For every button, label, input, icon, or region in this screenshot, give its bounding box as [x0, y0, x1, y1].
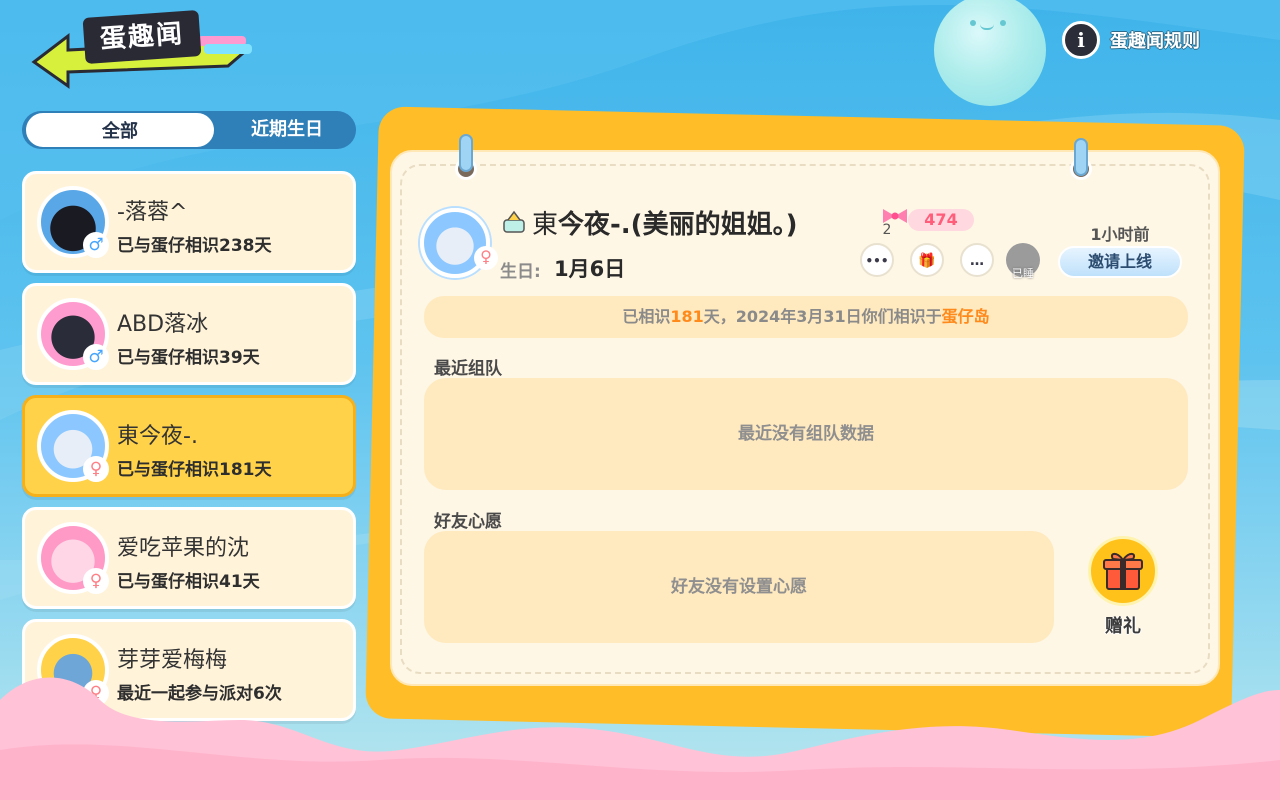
male-icon: ♂ [83, 344, 109, 370]
friend-item[interactable]: ♀ 爱吃苹果的沈 已与蛋仔相识41天 [22, 507, 356, 609]
friend-item[interactable]: ♂ ABD落冰 已与蛋仔相识39天 [22, 283, 356, 385]
name-prefix: 東 [532, 210, 559, 240]
met-middle: 天，2024年3月31日你们相识于 [703, 307, 942, 326]
recent-team-empty: 最近没有组队数据 [424, 378, 1188, 490]
friend-subtitle: 已与蛋仔相识41天 [117, 572, 260, 592]
gift-label: 赠礼 [1105, 616, 1141, 637]
rules-button[interactable]: i 蛋趣闻规则 [1062, 20, 1200, 60]
birthday-value: 1月6日 [554, 257, 626, 281]
name-main: 今夜-.(美丽的姐姐。) [558, 210, 798, 240]
friend-item-selected[interactable]: ♀ 東今夜-. 已与蛋仔相识181天 [22, 395, 356, 497]
gift-icon: 🎁 [918, 253, 936, 269]
info-icon: i [1062, 21, 1100, 59]
chat-button[interactable]: … [960, 243, 994, 277]
send-gift-button[interactable]: 赠礼 [1084, 536, 1162, 637]
friend-name: ABD落冰 [117, 312, 209, 337]
profile-name: 東今夜-.(美丽的姐姐。) [532, 204, 797, 241]
met-days: 181 [670, 307, 704, 326]
wishes-title: 好友心愿 [434, 512, 502, 532]
binder-ring [459, 134, 473, 172]
tab-recent-birthday[interactable]: 近期生日 [218, 111, 356, 149]
friend-subtitle: 最近一起参与派对6次 [117, 684, 282, 704]
friend-item[interactable]: ♂ -落蓉^ 已与蛋仔相识238天 [22, 171, 356, 273]
tab-all[interactable]: 全部 [24, 111, 216, 149]
offline-label: 已睡 [1012, 267, 1034, 280]
gift-box-icon [1088, 536, 1158, 606]
friend-name: 爱吃苹果的沈 [117, 536, 250, 561]
intimacy-value: 474 [908, 209, 974, 231]
female-icon: ♀ [83, 456, 109, 482]
birthday-label: 生日: [500, 262, 541, 282]
recent-team-title: 最近组队 [434, 359, 502, 379]
met-info-bar: 已相识181天，2024年3月31日你们相识于蛋仔岛 [424, 296, 1188, 338]
binder-ring [1074, 138, 1088, 176]
more-button[interactable]: ••• [860, 243, 894, 277]
more-icon: ••• [865, 254, 889, 268]
filter-tabs: 全部 近期生日 [22, 111, 356, 149]
female-icon: ♀ [83, 680, 109, 706]
met-place: 蛋仔岛 [941, 307, 990, 326]
friend-name: -落蓉^ [117, 200, 188, 225]
female-icon: ♀ [83, 568, 109, 594]
friend-subtitle: 已与蛋仔相识181天 [117, 460, 272, 480]
last-online: 1小时前 [1090, 225, 1150, 244]
friend-item[interactable]: ♀ 芽芽爱梅梅 最近一起参与派对6次 [22, 619, 356, 721]
friend-subtitle: 已与蛋仔相识39天 [117, 348, 260, 368]
rules-label: 蛋趣闻规则 [1110, 31, 1200, 52]
friend-name: 芽芽爱梅梅 [117, 648, 228, 673]
bow-level: 2 [882, 222, 892, 238]
chat-bubble-icon: … [970, 253, 984, 269]
wishes-empty: 好友没有设置心愿 [424, 531, 1054, 643]
friend-list[interactable]: ♂ -落蓉^ 已与蛋仔相识238天 ♂ ABD落冰 已与蛋仔相识39天 ♀ 東今… [22, 171, 356, 731]
female-icon: ♀ [474, 246, 498, 270]
met-prefix: 已相识 [622, 307, 671, 326]
bubble-mascot [934, 0, 1046, 106]
friend-subtitle: 已与蛋仔相识238天 [117, 236, 272, 256]
invite-online-button[interactable]: 邀请上线 [1058, 246, 1182, 278]
page-title: 蛋趣闻 [82, 10, 202, 64]
rank-badge-icon [503, 210, 525, 233]
gift-small-button[interactable]: 🎁 [910, 243, 944, 277]
male-icon: ♂ [83, 232, 109, 258]
friend-name: 東今夜-. [117, 424, 198, 449]
